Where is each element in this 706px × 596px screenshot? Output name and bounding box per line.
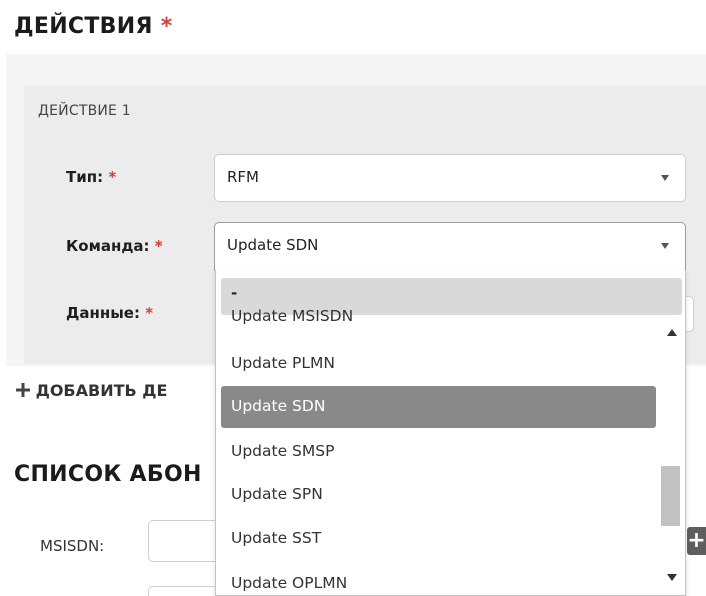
- required-mark: *: [154, 237, 163, 255]
- dropdown-option[interactable]: Update PLMN: [231, 354, 335, 372]
- dropdown-scrollbar[interactable]: [659, 318, 683, 595]
- type-select-value: RFM: [227, 168, 259, 186]
- command-label-text: Команда:: [66, 237, 150, 255]
- command-select-value: Update SDN: [227, 236, 319, 254]
- type-label-text: Тип:: [66, 168, 104, 186]
- add-action-link[interactable]: ДОБАВИТЬ ДЕ: [16, 381, 167, 400]
- plus-icon: +: [687, 528, 706, 553]
- data-label: Данные: *: [66, 304, 153, 322]
- msisdn-label: MSISDN:: [40, 537, 105, 555]
- chevron-down-icon: [661, 243, 669, 249]
- required-mark: *: [108, 168, 117, 186]
- plus-icon: [16, 383, 30, 397]
- dropdown-option[interactable]: Update MSISDN: [231, 307, 353, 325]
- actions-title-text: ДЕЙСТВИЯ: [14, 14, 153, 39]
- command-label: Команда: *: [66, 237, 163, 255]
- action-block-title: ДЕЙСТВИЕ 1: [38, 103, 131, 119]
- scrollbar-thumb[interactable]: [661, 466, 680, 526]
- type-select[interactable]: RFM: [214, 154, 686, 202]
- dropdown-option[interactable]: Update SPN: [231, 485, 323, 503]
- dropdown-option-selected[interactable]: Update SDN: [221, 386, 656, 428]
- type-label: Тип: *: [66, 168, 116, 186]
- dropdown-option[interactable]: Update OPLMN: [231, 574, 347, 592]
- scroll-down-arrow-icon[interactable]: [667, 574, 677, 581]
- required-mark: *: [145, 304, 154, 322]
- dropdown-option[interactable]: Update SST: [231, 529, 321, 547]
- dropdown-option[interactable]: Update SMSP: [231, 442, 334, 460]
- dropdown-option-empty-label: -: [231, 284, 238, 302]
- data-label-text: Данные:: [66, 304, 140, 322]
- chevron-down-icon: [661, 175, 669, 181]
- subscribers-section-title: СПИСОК АБОН: [14, 462, 202, 487]
- command-select[interactable]: Update SDN: [214, 222, 686, 271]
- scroll-up-arrow-icon[interactable]: [667, 329, 677, 336]
- actions-section-title: ДЕЙСТВИЯ *: [14, 14, 173, 39]
- command-dropdown-list[interactable]: - Update MSISDN Update PLMN Update SDN U…: [215, 270, 686, 596]
- required-mark: *: [160, 14, 173, 39]
- add-action-label: ДОБАВИТЬ ДЕ: [35, 381, 168, 400]
- dropdown-option-selected-label: Update SDN: [231, 397, 326, 415]
- add-msisdn-button[interactable]: +: [687, 527, 706, 555]
